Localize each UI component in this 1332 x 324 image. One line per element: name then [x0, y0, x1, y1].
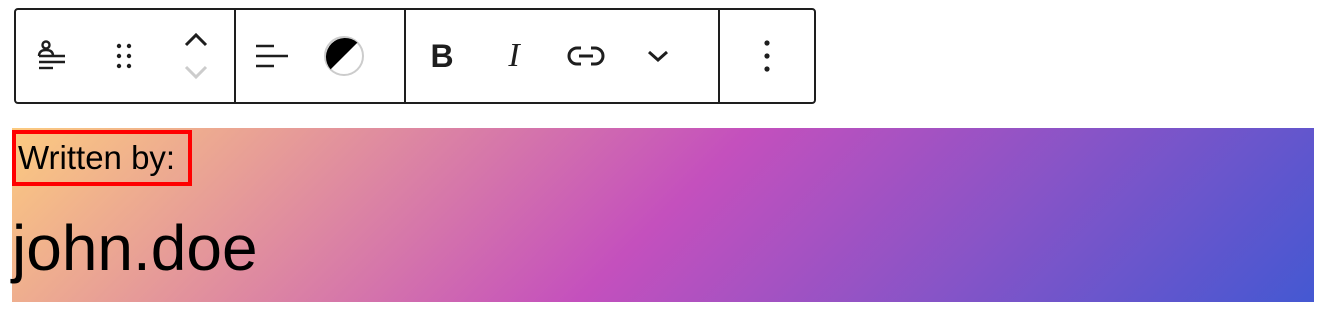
- layout-tools-group: [234, 10, 404, 102]
- contrast-icon: [324, 36, 364, 76]
- drag-button[interactable]: [100, 32, 148, 80]
- move-down-button[interactable]: [172, 56, 220, 88]
- bold-icon: B: [430, 38, 454, 74]
- post-author-icon: [37, 40, 65, 70]
- move-down-icon: [184, 65, 208, 80]
- move-up-icon: [184, 32, 208, 47]
- author-name[interactable]: john.doe: [12, 210, 258, 286]
- link-button[interactable]: [562, 32, 610, 80]
- italic-button[interactable]: I: [490, 32, 538, 80]
- more-formats-button[interactable]: [634, 32, 682, 80]
- italic-icon: I: [508, 37, 520, 74]
- byline-text[interactable]: Written by:: [12, 130, 192, 186]
- color-button[interactable]: [320, 32, 368, 80]
- move-up-button[interactable]: [172, 24, 220, 56]
- link-icon: [567, 46, 605, 66]
- more-options-icon: [764, 40, 770, 72]
- drag-handle-icon: [116, 43, 132, 69]
- align-left-icon: [256, 44, 288, 68]
- options-button[interactable]: [743, 32, 791, 80]
- format-tools-group: B I: [404, 10, 718, 102]
- align-button[interactable]: [248, 32, 296, 80]
- block-tools-group: [16, 10, 234, 102]
- more-tools-group: [718, 10, 814, 102]
- block-toolbar: B I: [14, 8, 816, 104]
- bold-button[interactable]: B: [418, 32, 466, 80]
- chevron-down-icon: [648, 50, 668, 63]
- block-type-button[interactable]: [28, 32, 76, 80]
- block-movers: [172, 16, 220, 96]
